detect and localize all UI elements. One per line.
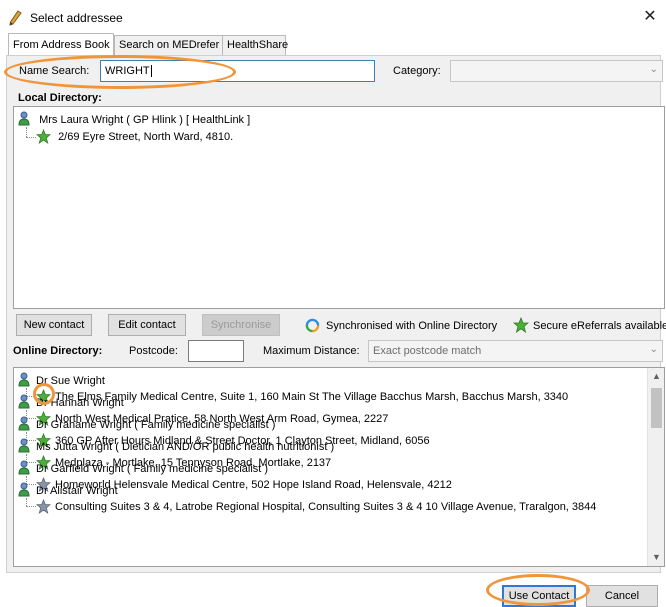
- local-directory-list[interactable]: Mrs Laura Wright ( GP Hlink ) [ HealthLi…: [13, 106, 665, 309]
- online-directory-list[interactable]: Dr Sue Wright The Elms Family Medical Cen…: [13, 367, 665, 567]
- person-icon: [18, 372, 30, 387]
- category-select[interactable]: ⌄: [450, 60, 663, 82]
- star-icon: [35, 498, 52, 514]
- close-icon[interactable]: ✕: [640, 7, 660, 27]
- postcode-label: Postcode:: [129, 345, 178, 357]
- scrollbar-thumb[interactable]: [651, 388, 662, 428]
- synced-legend-label: Synchronised with Online Directory: [326, 320, 498, 332]
- chevron-down-icon: ⌄: [649, 344, 658, 355]
- category-label: Category:: [393, 65, 441, 77]
- list-item[interactable]: 2/69 Eyre Street, North Ward, 4810.: [35, 128, 233, 144]
- person-icon: [18, 416, 30, 431]
- list-item[interactable]: Ms Jutta Wright ( Dietician AND/OR publi…: [18, 438, 334, 454]
- person-icon: [18, 438, 30, 453]
- list-item[interactable]: Dr Garfield Wright ( Family medicine spe…: [18, 460, 268, 476]
- contact-name: Dr Alistair Wright: [36, 484, 118, 497]
- list-item[interactable]: Dr Grahame Wright ( Family medicine spec…: [18, 416, 275, 432]
- max-distance-select[interactable]: Exact postcode match ⌄: [368, 340, 663, 362]
- list-item[interactable]: Dr Hannah Wright: [18, 394, 124, 410]
- list-item[interactable]: Mrs Laura Wright ( GP Hlink ) [ HealthLi…: [18, 111, 250, 127]
- postcode-input[interactable]: [188, 340, 244, 362]
- list-item[interactable]: Dr Sue Wright: [18, 372, 105, 388]
- cancel-button[interactable]: Cancel: [586, 585, 658, 607]
- contact-name: Dr Grahame Wright ( Family medicine spec…: [36, 418, 276, 431]
- tab-search-on-medrefer[interactable]: Search on MEDrefer: [114, 35, 224, 55]
- person-icon: [18, 394, 30, 409]
- person-icon: [18, 482, 30, 496]
- contact-name: Dr Sue Wright: [36, 375, 105, 387]
- tab-from-address-book[interactable]: From Address Book: [8, 33, 114, 55]
- scrollbar[interactable]: ▲ ▼: [647, 368, 664, 566]
- chevron-down-icon: ⌄: [649, 64, 658, 75]
- person-icon: [18, 111, 30, 126]
- name-search-label: Name Search:: [19, 65, 90, 77]
- star-icon: [35, 128, 52, 144]
- sync-icon: [305, 318, 320, 333]
- contact-name: Ms Jutta Wright ( Dietician AND/OR publi…: [36, 440, 335, 453]
- edit-contact-button[interactable]: Edit contact: [108, 314, 186, 336]
- online-directory-label: Online Directory:: [13, 345, 103, 357]
- title-bar: Select addressee ✕: [0, 0, 666, 34]
- contact-name: Dr Garfield Wright ( Family medicine spe…: [36, 462, 269, 475]
- contact-address: The Elms Family Medical Centre, Suite 1,…: [55, 391, 569, 403]
- list-item[interactable]: Consulting Suites 3 & 4, Latrobe Regiona…: [35, 498, 597, 514]
- contact-address: Consulting Suites 3 & 4, Latrobe Regiona…: [55, 500, 597, 513]
- new-contact-button[interactable]: New contact: [16, 314, 92, 336]
- local-directory-label: Local Directory:: [18, 92, 102, 104]
- max-distance-label: Maximum Distance:: [263, 345, 360, 357]
- use-contact-button[interactable]: Use Contact: [502, 585, 576, 607]
- name-search-input[interactable]: WRIGHT: [100, 60, 375, 82]
- tab-healthshare[interactable]: HealthShare: [222, 35, 288, 55]
- list-item[interactable]: Dr Alistair Wright: [18, 482, 118, 498]
- secure-legend-label: Secure eReferrals available: [533, 320, 666, 332]
- pen-icon: [9, 10, 22, 26]
- contact-name: Dr Hannah Wright: [36, 396, 124, 409]
- scroll-up-icon[interactable]: ▲: [652, 371, 661, 381]
- synchronise-button[interactable]: Synchronise: [202, 314, 280, 336]
- star-icon: [513, 317, 529, 333]
- window-title: Select addressee: [30, 11, 123, 25]
- scroll-down-icon[interactable]: ▼: [652, 552, 661, 562]
- person-icon: [18, 460, 30, 475]
